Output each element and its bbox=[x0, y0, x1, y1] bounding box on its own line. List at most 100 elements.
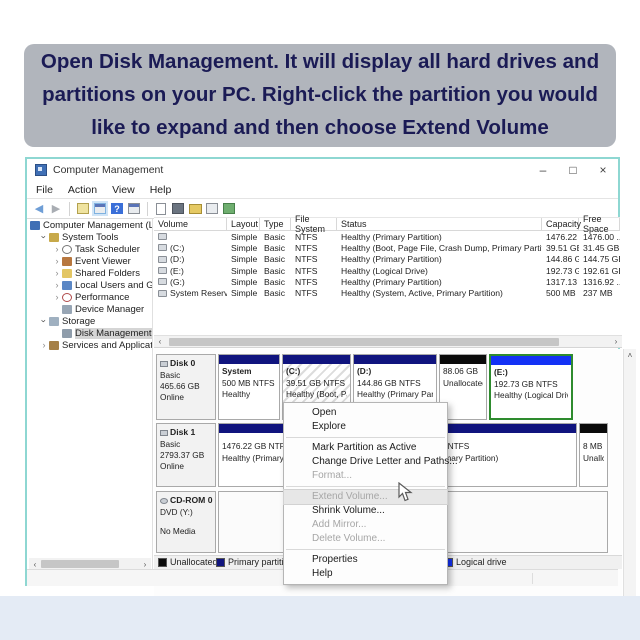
disk0-label[interactable]: Disk 0 Basic 465.66 GB Online bbox=[156, 354, 216, 420]
menu-item-shrink-volume[interactable]: Shrink Volume... bbox=[284, 504, 447, 518]
tree-item-shared-folders[interactable]: › Shared Folders bbox=[27, 267, 152, 279]
partition-e[interactable]: (E:)192.73 GB NTFSHealthy (Logical Drive… bbox=[489, 354, 573, 420]
volume-list-pane: Volume Layout Type File System Status Ca… bbox=[154, 214, 620, 335]
volume-row[interactable]: (D:) Simple Basic NTFS Healthy (Primary Pa… bbox=[154, 254, 620, 265]
chevron-right-icon[interactable]: › bbox=[40, 340, 48, 350]
tree-item-disk-management[interactable]: Disk Management bbox=[27, 327, 152, 339]
col-filesystem[interactable]: File System bbox=[291, 214, 337, 234]
screenshot-root: { "banner": { "text": "Open Disk Managem… bbox=[0, 0, 640, 640]
toolbar-divider bbox=[147, 201, 148, 216]
volume-row[interactable]: System Reserved SimpleBasic NTFSHealthy … bbox=[154, 287, 620, 298]
volume-row[interactable]: (E:) Simple Basic NTFS Healthy (Logical Dr… bbox=[154, 265, 620, 276]
volume-row[interactable]: Simple Basic NTFS Healthy (Primary Partiti… bbox=[154, 231, 620, 242]
drive-icon bbox=[158, 244, 167, 252]
tree-item-performance[interactable]: › Performance bbox=[27, 291, 152, 303]
tree-label: Local Users and Groups bbox=[75, 279, 153, 291]
console-tree-icon[interactable] bbox=[92, 201, 108, 216]
instruction-banner: Open Disk Management. It will display al… bbox=[24, 44, 616, 147]
legend-primary-partition: Primary partition bbox=[216, 557, 294, 567]
col-volume[interactable]: Volume bbox=[154, 218, 227, 230]
tree-item-device-manager[interactable]: Device Manager bbox=[27, 303, 152, 315]
legend-logical-drive: Logical drive bbox=[444, 557, 507, 567]
tree-label: Storage bbox=[62, 315, 96, 327]
col-freespace[interactable]: Free Space bbox=[579, 214, 620, 234]
tree-item-system-tools[interactable]: › System Tools bbox=[27, 231, 152, 243]
chevron-right-icon[interactable]: › bbox=[53, 292, 61, 302]
scroll-right-icon[interactable]: › bbox=[139, 560, 151, 569]
menu-help[interactable]: Help bbox=[150, 184, 172, 196]
scroll-up-icon[interactable]: ˄ bbox=[624, 351, 636, 360]
unallocated-swatch bbox=[158, 557, 167, 567]
scroll-left-icon[interactable]: ‹ bbox=[29, 560, 41, 569]
properties-icon[interactable] bbox=[154, 202, 168, 215]
back-icon[interactable]: ◀ bbox=[32, 202, 46, 215]
tree-item-storage[interactable]: › Storage bbox=[27, 315, 152, 327]
chevron-right-icon[interactable]: › bbox=[53, 268, 61, 278]
close-button[interactable]: × bbox=[588, 159, 618, 181]
tree-item-computer-management[interactable]: Computer Management (Local bbox=[27, 219, 152, 231]
manage-icon[interactable] bbox=[222, 202, 236, 215]
chevron-right-icon[interactable]: › bbox=[53, 244, 61, 254]
menu-action[interactable]: Action bbox=[68, 184, 97, 196]
unallocated-stripe bbox=[440, 355, 486, 364]
maximize-button[interactable]: □ bbox=[558, 159, 588, 181]
task-scheduler-icon bbox=[62, 244, 72, 254]
chevron-down-icon[interactable]: › bbox=[39, 233, 49, 241]
menu-item-explore[interactable]: Explore bbox=[284, 420, 447, 434]
tree-label: Event Viewer bbox=[75, 255, 131, 267]
menu-view[interactable]: View bbox=[112, 184, 135, 196]
tree-item-services-applications[interactable]: › Services and Applications bbox=[27, 339, 153, 351]
scroll-right-icon[interactable]: › bbox=[610, 337, 622, 346]
menu-item-add-mirror: Add Mirror... bbox=[312, 519, 367, 530]
title-bar: Computer Management – □ × bbox=[27, 159, 618, 181]
menu-item-open[interactable]: Open bbox=[284, 406, 447, 420]
drive-icon bbox=[158, 233, 167, 241]
partition-system[interactable]: System 500 MB NTFS Healthy bbox=[218, 354, 280, 420]
volume-horizontal-scrollbar[interactable]: ‹ › bbox=[154, 335, 622, 348]
page-background-strip bbox=[0, 596, 640, 640]
menu-item-change-drive-letter[interactable]: Change Drive Letter and Paths... bbox=[284, 455, 458, 469]
users-icon bbox=[62, 280, 72, 290]
volume-list-header: Volume Layout Type File System Status Ca… bbox=[154, 214, 620, 234]
volume-row[interactable]: (G:) Simple Basic NTFS Healthy (Primary Pa… bbox=[154, 276, 620, 287]
menu-item-extend-volume[interactable]: Extend Volume... bbox=[283, 489, 448, 505]
tree-item-local-users-groups[interactable]: › Local Users and Groups bbox=[27, 279, 153, 291]
col-capacity[interactable]: Capacity bbox=[542, 218, 581, 230]
tree-label: Performance bbox=[75, 291, 130, 303]
app-icon bbox=[35, 164, 47, 176]
menu-separator bbox=[286, 549, 445, 550]
menu-item-mark-partition-active[interactable]: Mark Partition as Active bbox=[284, 441, 447, 455]
disk-icon bbox=[160, 429, 168, 436]
tree-item-event-viewer[interactable]: › Event Viewer bbox=[27, 255, 152, 267]
partition-unallocated-disk1[interactable]: 8 MBUnallocated bbox=[579, 423, 608, 487]
scroll-thumb[interactable] bbox=[169, 337, 559, 346]
show-console-icon[interactable] bbox=[127, 202, 141, 215]
forward-icon[interactable]: ▶ bbox=[49, 202, 63, 215]
up-level-icon[interactable] bbox=[76, 202, 90, 215]
tree-item-task-scheduler[interactable]: › Task Scheduler bbox=[27, 243, 152, 255]
console-tree-pane: Computer Management (Local › System Tool… bbox=[27, 219, 153, 569]
chevron-down-icon[interactable]: › bbox=[39, 317, 49, 325]
chevron-right-icon[interactable]: › bbox=[53, 280, 61, 290]
menu-item-properties[interactable]: Properties bbox=[284, 553, 447, 567]
scroll-thumb[interactable] bbox=[41, 560, 119, 568]
chevron-right-icon[interactable]: › bbox=[53, 256, 61, 266]
menu-file[interactable]: File bbox=[36, 184, 53, 196]
disk1-label[interactable]: Disk 1 Basic 2793.37 GB Online bbox=[156, 423, 216, 487]
tree-label-selected: Disk Management bbox=[75, 327, 152, 339]
menu-item-help[interactable]: Help bbox=[284, 567, 447, 581]
col-layout[interactable]: Layout bbox=[227, 218, 260, 230]
cdrom-label[interactable]: CD-ROM 0 DVD (Y:) No Media bbox=[156, 491, 216, 553]
col-status[interactable]: Status bbox=[337, 218, 542, 230]
help-icon[interactable]: ? bbox=[110, 202, 124, 215]
tree-label: Services and Applications bbox=[62, 339, 153, 351]
tree-label: Computer Management (Local bbox=[43, 219, 152, 231]
export-icon[interactable] bbox=[171, 202, 185, 215]
col-type[interactable]: Type bbox=[260, 218, 291, 230]
minimize-button[interactable]: – bbox=[528, 159, 558, 181]
open-folder-icon[interactable] bbox=[188, 202, 202, 215]
storage-icon bbox=[49, 316, 59, 326]
scroll-left-icon[interactable]: ‹ bbox=[154, 337, 166, 346]
search-icon[interactable] bbox=[205, 202, 219, 215]
volume-row[interactable]: (C:) Simple Basic NTFS Healthy (Boot, Page… bbox=[154, 242, 620, 253]
